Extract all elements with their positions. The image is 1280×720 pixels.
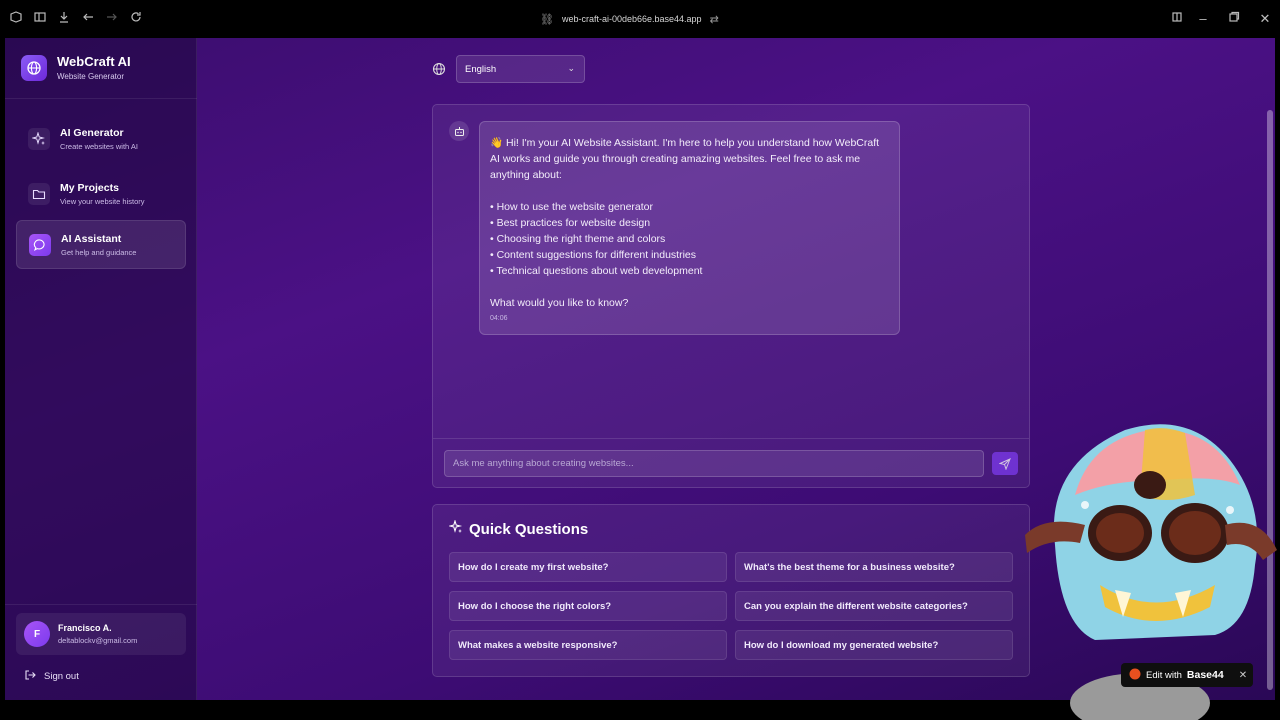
quick-question-button[interactable]: What's the best theme for a business web… bbox=[735, 552, 1013, 582]
chat-input[interactable] bbox=[444, 450, 984, 477]
split-view-icon[interactable] bbox=[1168, 10, 1186, 28]
close-window-icon[interactable]: ✕ bbox=[1256, 10, 1274, 28]
extensions-icon[interactable] bbox=[7, 10, 25, 28]
url-text: web-craft-ai-00deb66e.base44.app bbox=[561, 14, 702, 24]
quick-question-button[interactable]: How do I choose the right colors? bbox=[449, 591, 727, 621]
sidebar-item-my-projects[interactable]: My Projects View your website history bbox=[16, 169, 186, 218]
quick-question-button[interactable]: Can you explain the different website ca… bbox=[735, 591, 1013, 621]
chat-panel: 👋 Hi! I'm your AI Website Assistant. I'm… bbox=[432, 104, 1030, 488]
quick-question-button[interactable]: What makes a website responsive? bbox=[449, 630, 727, 660]
quick-question-button[interactable]: How do I create my first website? bbox=[449, 552, 727, 582]
globe-logo-icon bbox=[21, 54, 47, 81]
sidebar-item-label: My Projects bbox=[60, 181, 119, 194]
language-select[interactable]: English ⌄ bbox=[456, 55, 585, 83]
link-icon: ⛓ bbox=[540, 13, 554, 26]
base44-logo-icon bbox=[1129, 668, 1141, 683]
sidebar-item-label: AI Generator bbox=[60, 126, 124, 139]
divider bbox=[5, 98, 197, 99]
quick-question-button[interactable]: How do I download my generated website? bbox=[735, 630, 1013, 660]
address-bar[interactable]: ⛓ web-craft-ai-00deb66e.base44.app ⇄ bbox=[540, 10, 719, 28]
user-card[interactable]: F Francisco A. deltablockv@gmail.com bbox=[16, 613, 186, 655]
sparkles-icon bbox=[447, 519, 463, 538]
language-selected: English bbox=[465, 63, 497, 75]
divider bbox=[5, 604, 197, 605]
sidebar: WebCraft AI Website Generator AI Generat… bbox=[5, 38, 197, 700]
user-email: deltablockv@gmail.com bbox=[58, 636, 138, 645]
browser-toolbar: ⛓ web-craft-ai-00deb66e.base44.app ⇄ – ✕ bbox=[0, 0, 1280, 38]
sidebar-toggle-icon[interactable] bbox=[31, 10, 49, 28]
edit-with-base44-badge[interactable]: Edit with Base44 ✕ bbox=[1121, 663, 1253, 687]
sidebar-item-ai-assistant[interactable]: AI Assistant Get help and guidance bbox=[16, 220, 186, 269]
sparkles-icon bbox=[28, 127, 50, 150]
badge-label: Edit with bbox=[1146, 669, 1182, 681]
close-icon[interactable]: ✕ bbox=[1239, 670, 1247, 681]
divider bbox=[433, 438, 1029, 439]
message-text: 👋 Hi! I'm your AI Website Assistant. I'm… bbox=[490, 137, 880, 309]
quick-questions-title: Quick Questions bbox=[469, 520, 589, 538]
site-settings-icon[interactable]: ⇄ bbox=[710, 13, 719, 26]
message-timestamp: 04:06 bbox=[490, 315, 508, 322]
brand-title: WebCraft AI bbox=[57, 54, 131, 69]
sidebar-item-sublabel: Get help and guidance bbox=[61, 247, 137, 257]
sidebar-item-sublabel: View your website history bbox=[60, 196, 145, 206]
chat-icon bbox=[29, 233, 51, 256]
back-icon[interactable] bbox=[79, 10, 97, 28]
sidebar-item-sublabel: Create websites with AI bbox=[60, 141, 138, 151]
sign-out-label: Sign out bbox=[44, 671, 79, 682]
sidebar-item-label: AI Assistant bbox=[61, 232, 122, 245]
badge-brand: Base44 bbox=[1186, 669, 1224, 681]
globe-icon bbox=[432, 62, 446, 76]
sign-out-button[interactable]: Sign out bbox=[24, 669, 79, 684]
quick-questions-header: Quick Questions bbox=[447, 519, 589, 538]
avatar: F bbox=[24, 621, 50, 647]
chevron-down-icon: ⌄ bbox=[567, 63, 575, 73]
reload-icon[interactable] bbox=[127, 10, 145, 28]
quick-questions-panel: Quick Questions How do I create my first… bbox=[432, 504, 1030, 677]
sidebar-item-ai-generator[interactable]: AI Generator Create websites with AI bbox=[16, 114, 186, 163]
logout-icon bbox=[24, 669, 36, 684]
brand-subtitle: Website Generator bbox=[57, 72, 124, 81]
download-icon[interactable] bbox=[55, 10, 73, 28]
send-icon bbox=[999, 457, 1011, 470]
maximize-icon[interactable] bbox=[1225, 10, 1243, 28]
folder-icon bbox=[28, 182, 50, 205]
user-name: Francisco A. bbox=[58, 623, 112, 633]
bot-icon bbox=[449, 121, 469, 141]
minimize-icon[interactable]: – bbox=[1194, 10, 1212, 28]
assistant-message: 👋 Hi! I'm your AI Website Assistant. I'm… bbox=[479, 121, 900, 335]
forward-icon[interactable] bbox=[103, 10, 121, 28]
brand[interactable]: WebCraft AI Website Generator bbox=[21, 54, 131, 81]
